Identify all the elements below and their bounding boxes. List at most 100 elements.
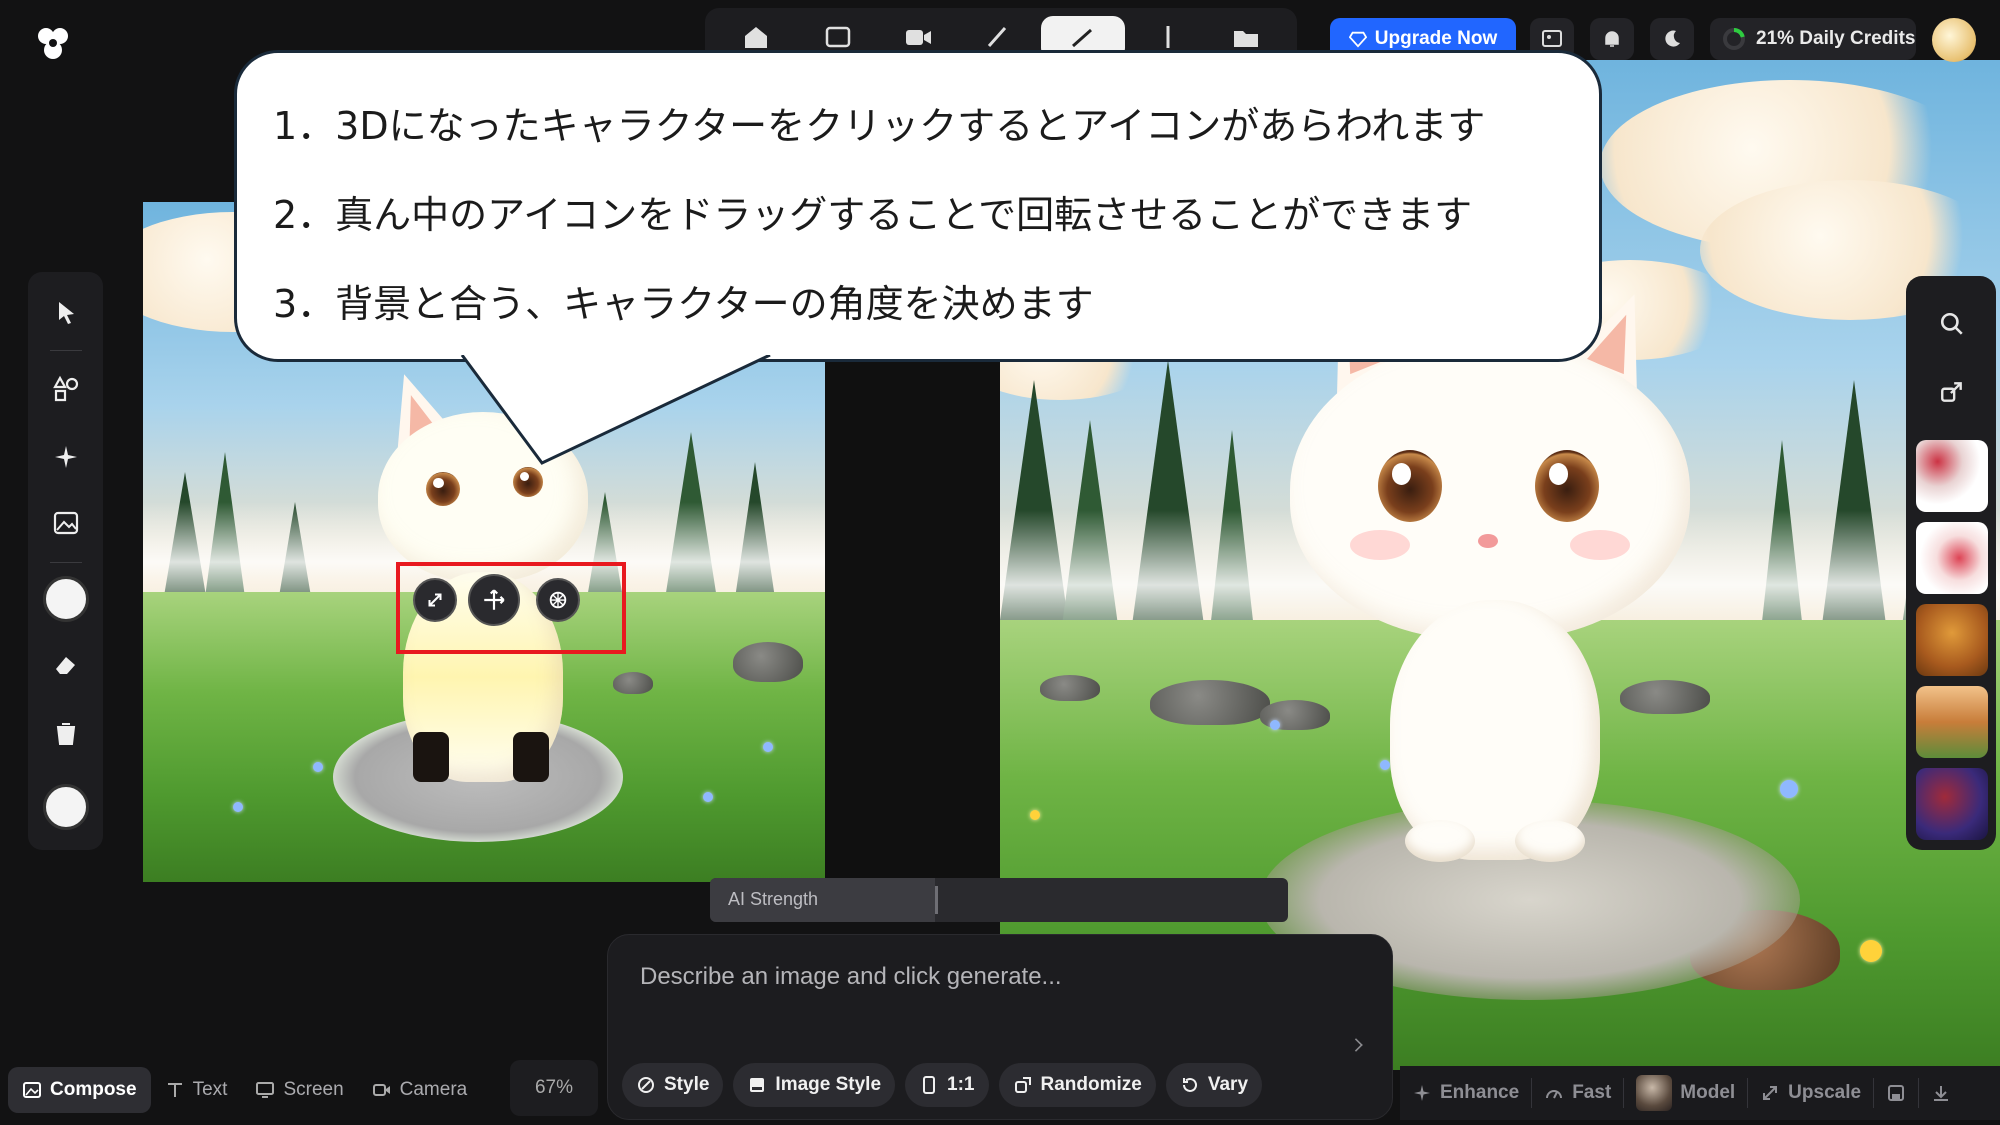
ai-strength-slider[interactable]: AI Strength xyxy=(710,878,1288,922)
text-button[interactable]: Text xyxy=(151,1067,242,1113)
history-thumbnail[interactable] xyxy=(1916,686,1988,758)
delete-tool[interactable] xyxy=(28,708,103,758)
image-style-label: Image Style xyxy=(775,1074,882,1095)
compose-label: Compose xyxy=(50,1079,137,1100)
output-actions-bar: Enhance Fast Model Upscale xyxy=(1400,1066,2000,1120)
bell-icon xyxy=(1605,31,1619,47)
history-rail xyxy=(1906,276,1996,850)
text-icon xyxy=(167,1083,182,1097)
theme-toggle[interactable] xyxy=(1650,18,1694,60)
home-icon[interactable] xyxy=(741,22,771,52)
randomize-button[interactable]: Randomize xyxy=(998,1063,1156,1107)
prompt-panel: Style Image Style 1:1 Randomize Vary xyxy=(607,934,1393,1120)
compose-icon xyxy=(23,1082,41,1098)
credits-ring-icon xyxy=(1723,28,1745,50)
upscale-button[interactable]: Upscale xyxy=(1748,1071,1873,1115)
fast-button[interactable]: Fast xyxy=(1532,1071,1623,1115)
instruction-step-3: 3．背景と合う、キャラクターの角度を決めます xyxy=(273,282,1094,326)
cursor-icon xyxy=(58,302,74,324)
randomize-icon xyxy=(1014,1077,1031,1093)
sparkle-icon xyxy=(54,446,77,468)
aspect-ratio-button[interactable]: 1:1 xyxy=(905,1063,989,1107)
text-label: Text xyxy=(192,1079,228,1100)
app-logo[interactable] xyxy=(36,26,70,60)
speech-bubble-tail xyxy=(460,355,771,465)
style-button[interactable]: Style xyxy=(622,1063,724,1107)
image-icon xyxy=(53,511,78,535)
prompt-options: Style Image Style 1:1 Randomize Vary xyxy=(622,1063,1263,1107)
aspect-ratio-icon xyxy=(923,1076,936,1094)
aspect-ratio-label: 1:1 xyxy=(947,1074,975,1095)
export-icon[interactable] xyxy=(1934,374,1970,410)
speedometer-icon xyxy=(1546,1090,1563,1099)
video-icon[interactable] xyxy=(903,22,933,52)
notification-button[interactable] xyxy=(1590,18,1634,60)
image-icon[interactable] xyxy=(823,22,853,52)
diamond-icon xyxy=(1348,31,1367,48)
ai-strength-label: AI Strength xyxy=(728,889,819,909)
history-thumbnail[interactable] xyxy=(1916,604,1988,676)
history-thumbnail[interactable] xyxy=(1916,440,1988,512)
screen-icon xyxy=(256,1082,275,1098)
screen-label: Screen xyxy=(283,1079,344,1100)
image-upload-tool[interactable] xyxy=(28,498,103,548)
vary-button[interactable]: Vary xyxy=(1165,1063,1263,1107)
gallery-icon xyxy=(1542,30,1562,47)
enhance-label: Enhance xyxy=(1440,1082,1520,1103)
search-icon[interactable] xyxy=(1934,306,1970,342)
image-style-button[interactable]: Image Style xyxy=(733,1063,896,1107)
moon-icon xyxy=(1665,30,1680,47)
shapes-icon xyxy=(52,375,78,402)
save-button[interactable] xyxy=(1874,1071,1918,1115)
download-icon xyxy=(1934,1086,1949,1101)
history-thumbnail[interactable] xyxy=(1916,768,1988,840)
brush-icon[interactable] xyxy=(983,22,1013,52)
credits-label: 21% Daily Credits xyxy=(1756,28,1916,49)
upscale-label: Upscale xyxy=(1788,1082,1862,1103)
eraser-tool[interactable] xyxy=(28,640,103,690)
pen-icon[interactable] xyxy=(1153,22,1183,52)
trash-icon xyxy=(56,723,75,745)
background-color-swatch[interactable] xyxy=(43,784,89,830)
history-thumbnail[interactable] xyxy=(1916,522,1988,594)
camera-button[interactable]: Camera xyxy=(358,1067,482,1113)
instruction-step-1: 1．3Dになったキャラクターをクリックするとアイコンがあらわれます xyxy=(273,104,1486,148)
user-avatar[interactable] xyxy=(1932,18,1976,62)
shapes-tool[interactable] xyxy=(28,364,103,414)
vary-icon xyxy=(1182,1077,1197,1092)
tool-sidebar xyxy=(28,272,103,850)
color-swatch[interactable] xyxy=(43,576,89,622)
upscale-icon xyxy=(1763,1086,1778,1100)
zoom-level[interactable]: 67% xyxy=(510,1060,598,1116)
daily-credits[interactable]: 21% Daily Credits xyxy=(1710,18,1916,60)
screen-button[interactable]: Screen xyxy=(241,1067,357,1113)
compose-button[interactable]: Compose xyxy=(8,1067,151,1113)
camera-label: Camera xyxy=(399,1079,468,1100)
randomize-label: Randomize xyxy=(1040,1074,1142,1095)
save-icon xyxy=(1888,1085,1905,1101)
download-button[interactable] xyxy=(1919,1071,1963,1115)
enhance-button[interactable]: Enhance xyxy=(1400,1071,1531,1115)
camera-icon xyxy=(372,1084,390,1096)
resize-grip-icon[interactable] xyxy=(1349,1038,1363,1052)
prompt-input[interactable] xyxy=(640,963,1340,991)
style-icon xyxy=(638,1077,654,1093)
instruction-step-2: 2．真ん中のアイコンをドラッグすることで回転させることができます xyxy=(273,193,1473,237)
folder-icon[interactable] xyxy=(1231,22,1261,52)
app-root: Upgrade Now 21% Daily Credits 1．3Dになったキャ… xyxy=(0,0,2000,1125)
select-tool[interactable] xyxy=(28,288,103,338)
eraser-icon xyxy=(55,657,75,674)
model-button[interactable]: Model xyxy=(1624,1071,1747,1115)
vary-label: Vary xyxy=(1207,1074,1249,1095)
upgrade-label: Upgrade Now xyxy=(1374,28,1498,49)
image-style-icon xyxy=(750,1078,765,1092)
ai-generate-tool[interactable] xyxy=(28,432,103,482)
ai-strength-handle[interactable] xyxy=(935,886,938,914)
highlight-box xyxy=(396,562,626,654)
model-label: Model xyxy=(1680,1082,1736,1103)
enhance-icon xyxy=(1414,1085,1430,1101)
instruction-callout: 1．3Dになったキャラクターをクリックするとアイコンがあらわれます 2．真ん中の… xyxy=(234,50,1602,362)
model-thumbnail xyxy=(1636,1075,1673,1111)
style-label: Style xyxy=(664,1074,710,1095)
fast-label: Fast xyxy=(1572,1082,1612,1103)
